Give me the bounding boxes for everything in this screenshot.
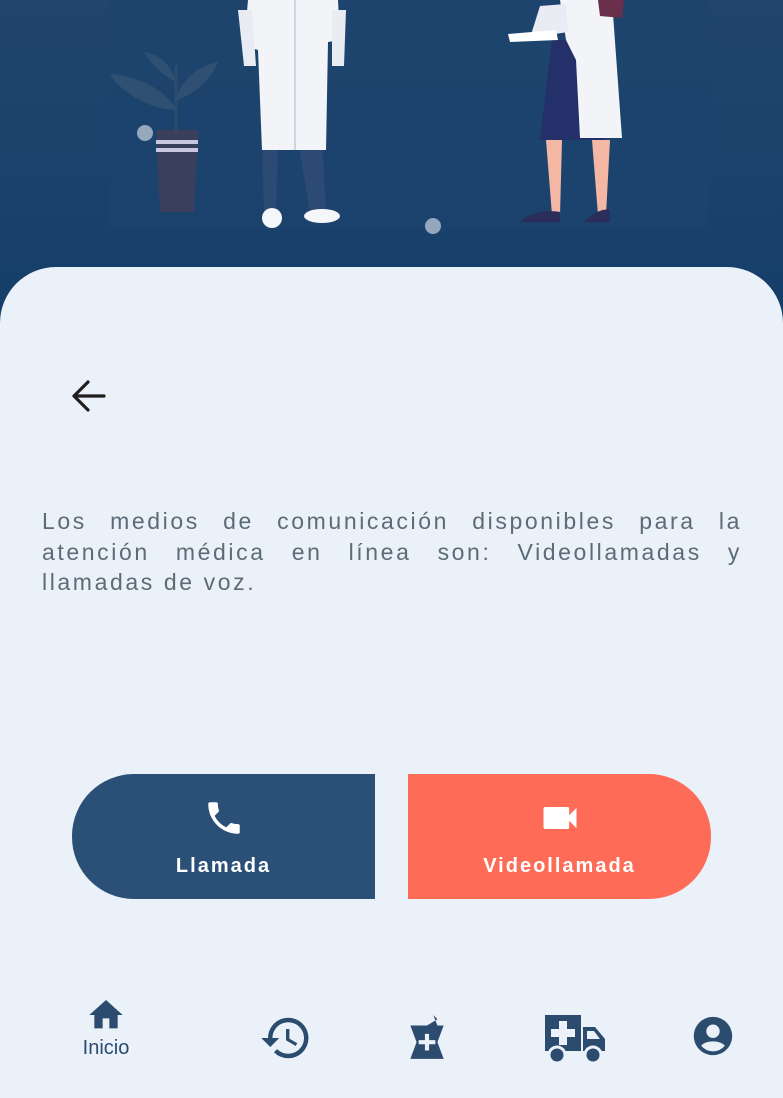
video-camera-icon [538, 795, 582, 841]
communication-description: Los medios de comunicación disponibles p… [42, 508, 742, 595]
bottom-navigation: Inicio [0, 995, 783, 1080]
ambulance-icon [545, 1015, 605, 1065]
nav-item-history[interactable] [256, 1011, 316, 1096]
phone-icon [203, 795, 245, 841]
pharmacy-icon [410, 1015, 444, 1059]
account-icon [693, 1016, 733, 1056]
back-arrow-icon [72, 380, 106, 412]
call-button[interactable]: Llamada [72, 774, 375, 899]
home-icon [89, 1000, 123, 1029]
nav-item-pharmacy[interactable] [398, 1013, 456, 1098]
videocall-button[interactable]: Videollamada [408, 774, 711, 899]
nav-home-label: Inicio [82, 1037, 130, 1059]
history-icon [261, 1017, 309, 1059]
nav-item-ambulance[interactable] [542, 1011, 608, 1096]
back-button[interactable] [62, 372, 114, 420]
nav-item-account[interactable] [690, 1013, 736, 1098]
videocall-button-label: Videollamada [483, 855, 636, 877]
content-card [0, 267, 783, 1080]
call-button-label: Llamada [175, 855, 272, 877]
nav-item-home[interactable]: Inicio [70, 995, 142, 1080]
